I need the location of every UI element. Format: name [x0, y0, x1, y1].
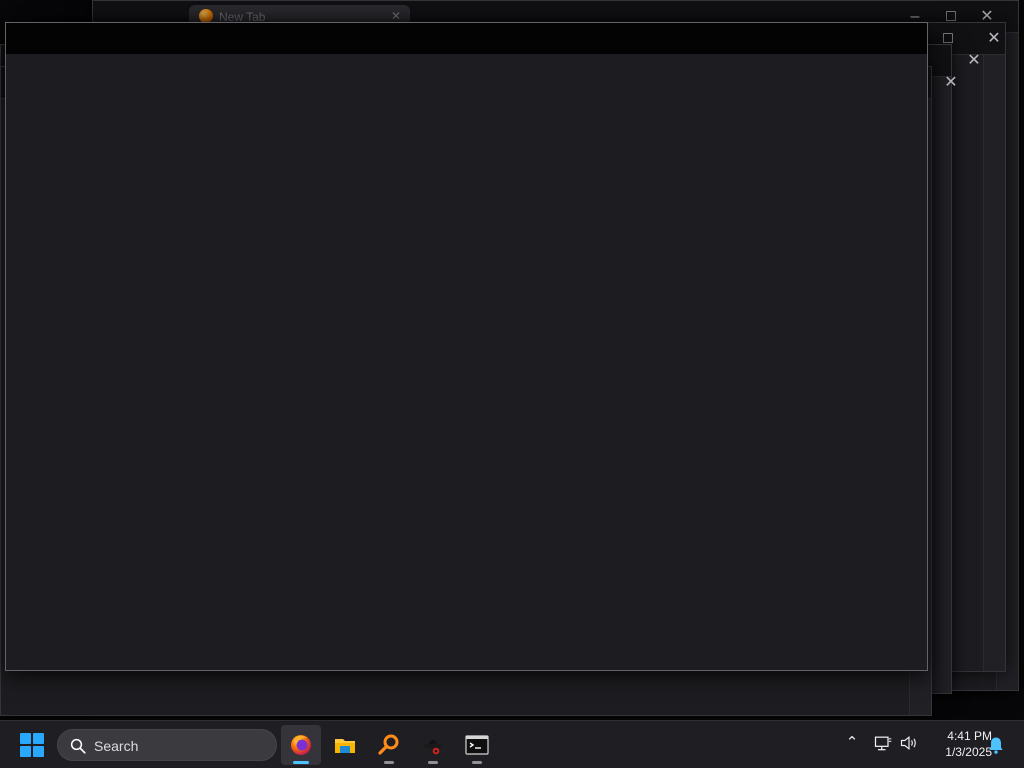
taskbar: Search ⌃ 4:41 PM 1/3/2025 — [0, 720, 1024, 768]
taskbar-search-tool-button[interactable] — [369, 725, 409, 765]
taskbar-firefox-button[interactable] — [281, 725, 321, 765]
close-icon[interactable]: ✕ — [985, 30, 1003, 48]
terminal-icon — [465, 735, 489, 755]
active-app-indicator — [293, 761, 309, 764]
time-label: 4:41 PM — [947, 729, 992, 743]
volume-icon[interactable] — [899, 733, 919, 753]
start-button[interactable] — [20, 733, 44, 757]
magnifier-icon — [378, 734, 399, 755]
windows-logo-icon — [33, 733, 44, 744]
close-icon[interactable]: ✕ — [942, 74, 960, 92]
windows-logo-icon — [33, 746, 44, 757]
windows-logo-icon — [20, 746, 31, 757]
close-icon[interactable]: ✕ — [965, 52, 983, 70]
taskbar-search-box[interactable]: Search — [57, 729, 277, 761]
show-hidden-icons-icon[interactable]: ⌃ — [843, 734, 861, 752]
search-label: Search — [94, 738, 139, 754]
firefox-tab-icon — [199, 9, 213, 23]
taskbar-file-explorer-button[interactable] — [325, 725, 365, 765]
taskbar-terminal-button[interactable] — [457, 725, 497, 765]
active-window-content[interactable] — [6, 54, 927, 670]
network-icon[interactable] — [873, 733, 893, 753]
active-window-titlebar[interactable] — [6, 23, 927, 54]
date-label: 1/3/2025 — [945, 745, 992, 759]
window-side-panel — [983, 55, 1005, 671]
taskbar-hacker-app-button[interactable] — [413, 725, 453, 765]
hat-icon — [424, 740, 442, 755]
running-app-indicator — [428, 761, 438, 764]
tab-close-icon[interactable]: ✕ — [391, 9, 401, 23]
search-icon — [70, 738, 86, 754]
taskbar-clock[interactable]: 4:41 PM 1/3/2025 — [922, 728, 992, 760]
notification-bell-icon[interactable] — [986, 735, 1006, 755]
folder-icon — [335, 739, 355, 753]
desktop: New Tab ✕ – □ ✕ □ ✕ ≡ ✕ ≡ ✕ ≡ — [0, 0, 1024, 720]
running-app-indicator — [472, 761, 482, 764]
window-side-panel — [929, 77, 951, 693]
running-app-indicator — [384, 761, 394, 764]
firefox-icon — [291, 735, 311, 755]
active-window[interactable] — [5, 22, 928, 671]
windows-logo-icon — [20, 733, 31, 744]
